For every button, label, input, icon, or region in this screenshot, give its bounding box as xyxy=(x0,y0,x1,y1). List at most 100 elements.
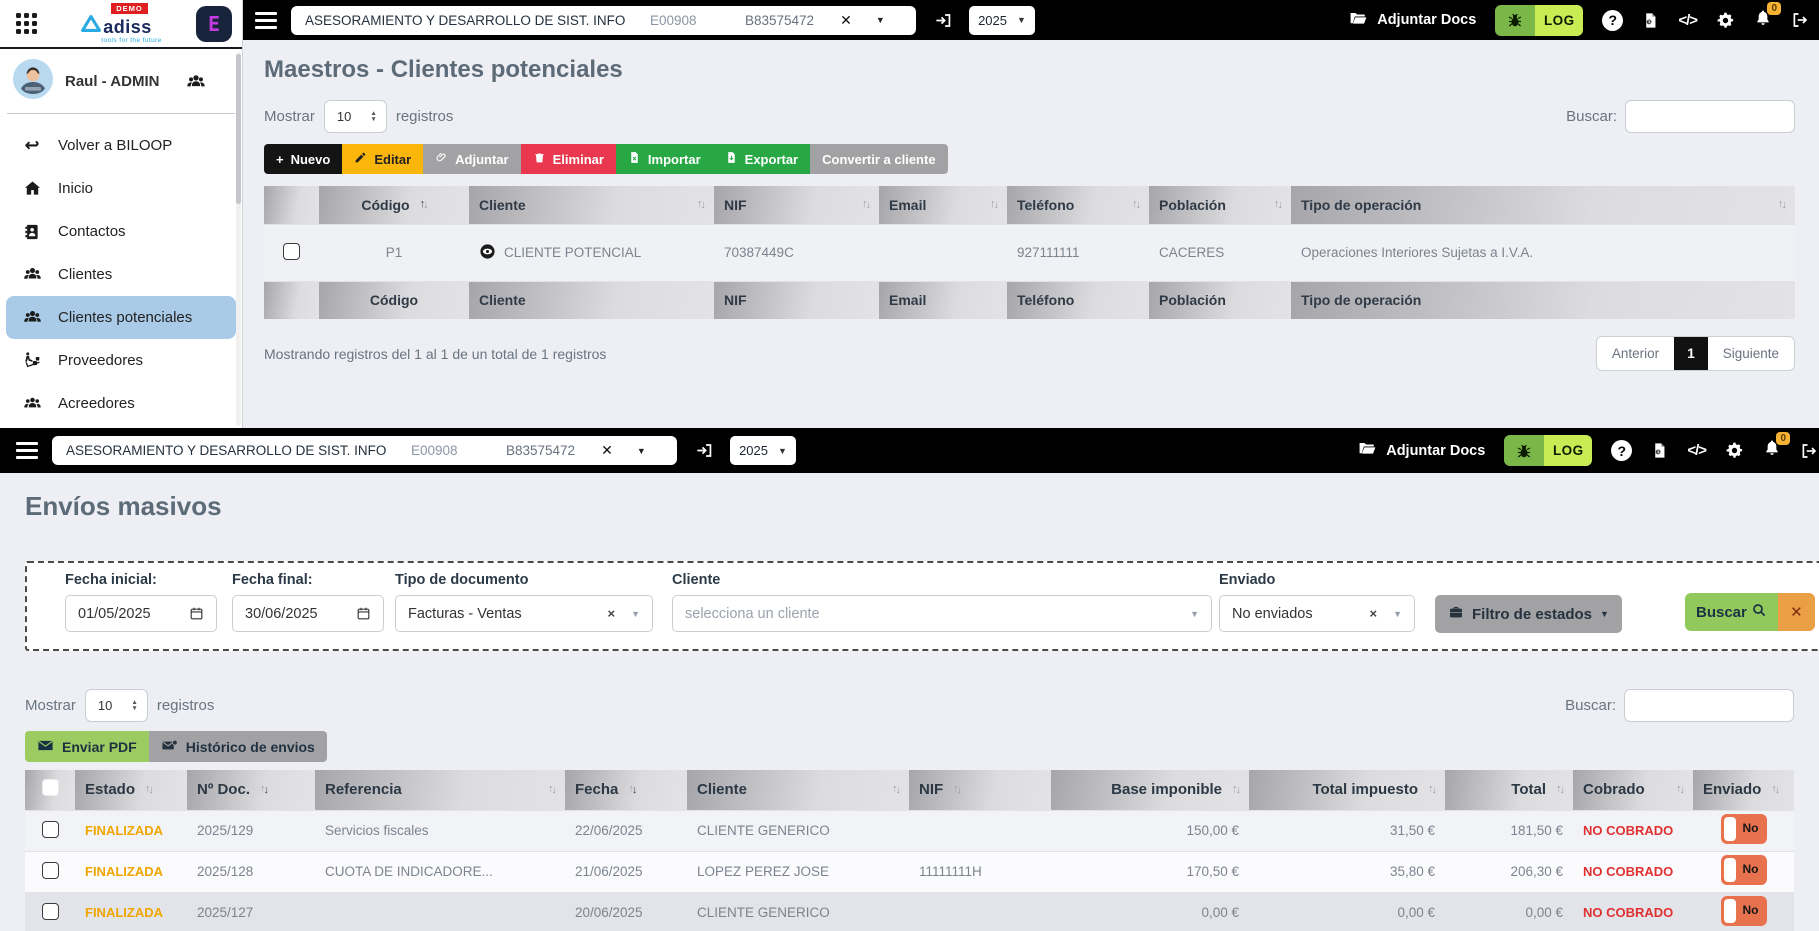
clear-icon[interactable]: × xyxy=(1369,606,1377,621)
clear-search-button[interactable]: ✕ xyxy=(1778,593,1815,631)
sidebar-item-clientes-potenciales[interactable]: Clientes potenciales xyxy=(6,296,236,339)
company-selector[interactable]: ASESORAMIENTO Y DESARROLLO DE SIST. INFO… xyxy=(52,436,677,465)
row-checkbox[interactable] xyxy=(42,821,59,838)
search-input[interactable] xyxy=(1624,689,1794,722)
sort-icon[interactable]: ↑↓ xyxy=(1556,784,1563,796)
gear-icon[interactable] xyxy=(1716,11,1735,30)
enter-company-icon[interactable] xyxy=(934,11,953,30)
chevron-down-icon[interactable]: ▼ xyxy=(637,446,646,456)
cliente-select[interactable]: selecciona un cliente ▼ xyxy=(672,595,1212,632)
enviado-toggle[interactable]: No xyxy=(1721,855,1767,885)
chevron-down-icon[interactable]: ▼ xyxy=(631,609,640,619)
eliminar-button[interactable]: Eliminar xyxy=(521,144,616,174)
sort-icon[interactable]: ↑↓ xyxy=(862,199,869,211)
enviado-toggle[interactable]: No xyxy=(1721,814,1767,844)
clear-company-icon[interactable]: ✕ xyxy=(840,12,852,29)
enviado-toggle[interactable]: No xyxy=(1721,896,1767,926)
table-row[interactable]: P1 CLIENTE POTENCIAL 70387449C 927111111… xyxy=(264,224,1795,281)
sidebar-item-acreedores[interactable]: Acreedores xyxy=(0,382,242,425)
eye-icon[interactable] xyxy=(479,243,496,263)
pagination-prev[interactable]: Anterior xyxy=(1597,337,1674,370)
sidebar-item-clientes[interactable]: Clientes xyxy=(0,253,242,296)
adiss-logo[interactable]: DEMO adiss tools for the future xyxy=(71,3,161,44)
log-button[interactable]: LOG xyxy=(1495,5,1583,36)
year-select[interactable]: 2025 ▼ xyxy=(730,436,796,465)
logout-icon[interactable] xyxy=(1800,442,1818,460)
adjuntar-docs-button[interactable]: Adjuntar Docs xyxy=(1349,9,1476,32)
page-size-select[interactable]: 10 ▲▼ xyxy=(324,100,387,133)
nuevo-button[interactable]: +Nuevo xyxy=(264,144,342,174)
hamburger-menu-icon[interactable] xyxy=(16,442,38,459)
convertir-a-cliente-button[interactable]: Convertir a cliente xyxy=(810,144,947,174)
chevron-down-icon[interactable]: ▼ xyxy=(876,15,885,25)
fecha-final-input[interactable]: 30/06/2025 xyxy=(232,595,384,632)
select-all-checkbox[interactable] xyxy=(42,779,59,796)
calendar-icon[interactable] xyxy=(189,606,204,621)
clear-icon[interactable]: × xyxy=(607,606,615,621)
sort-icon[interactable]: ↑↓ xyxy=(548,784,555,796)
filtro-de-estados-button[interactable]: Filtro de estados ▼ xyxy=(1435,595,1622,633)
sort-icon[interactable]: ↑↓ xyxy=(628,784,635,796)
pagination-page-1[interactable]: 1 xyxy=(1674,337,1708,370)
gear-icon[interactable] xyxy=(1725,441,1744,460)
enter-company-icon[interactable] xyxy=(695,441,714,460)
search-input[interactable] xyxy=(1625,100,1795,133)
calendar-icon[interactable] xyxy=(356,606,371,621)
pagination-next[interactable]: Siguiente xyxy=(1708,337,1794,370)
year-select[interactable]: 2025 ▼ xyxy=(969,6,1035,35)
sort-icon[interactable]: ↑↓ xyxy=(990,199,997,211)
table-row[interactable]: FINALIZADA 2025/127 20/06/2025 CLIENTE G… xyxy=(25,892,1794,931)
log-button[interactable]: LOG xyxy=(1504,435,1592,466)
sort-icon[interactable]: ↑↓ xyxy=(1274,199,1281,211)
users-icon[interactable] xyxy=(185,71,207,93)
row-checkbox[interactable] xyxy=(283,243,300,260)
file-export-icon[interactable] xyxy=(1642,12,1659,29)
sidebar-scrollbar[interactable] xyxy=(236,52,241,426)
notifications-bell-icon[interactable]: 0 xyxy=(1754,9,1772,32)
code-icon[interactable]: </> xyxy=(1687,442,1706,459)
sort-icon[interactable]: ↑↓ xyxy=(1428,784,1435,796)
sort-icon[interactable]: ↑↓ xyxy=(892,784,899,796)
sidebar-item-inicio[interactable]: Inicio xyxy=(0,167,242,210)
buscar-button[interactable]: Buscar xyxy=(1685,593,1778,631)
enviar-pdf-button[interactable]: Enviar PDF xyxy=(25,731,149,762)
historico-envios-button[interactable]: Histórico de envios xyxy=(149,731,327,762)
help-icon[interactable]: ? xyxy=(1602,10,1623,31)
sidebar-item-volver-a-biloop[interactable]: ↩ Volver a BILOOP xyxy=(0,124,242,167)
importar-button[interactable]: Importar xyxy=(616,144,713,174)
app-grid-icon[interactable] xyxy=(16,13,37,34)
clear-company-icon[interactable]: ✕ xyxy=(601,442,613,459)
avatar[interactable] xyxy=(13,59,53,104)
adjuntar-button[interactable]: Adjuntar xyxy=(423,144,520,174)
notifications-bell-icon[interactable]: 0 xyxy=(1763,439,1781,462)
table-row[interactable]: FINALIZADA 2025/129 Servicios fiscales 2… xyxy=(25,810,1794,851)
sidebar-item-contactos[interactable]: Contactos xyxy=(0,210,242,253)
table-row[interactable]: FINALIZADA 2025/128 CUOTA DE INDICADORE.… xyxy=(25,851,1794,892)
sidebar-item-proveedores[interactable]: Proveedores xyxy=(0,339,242,382)
chevron-down-icon[interactable]: ▼ xyxy=(1190,609,1199,619)
sort-icon[interactable]: ↑↓ xyxy=(1771,784,1778,796)
sort-icon[interactable]: ↑↓ xyxy=(145,784,152,796)
editar-button[interactable]: Editar xyxy=(342,144,423,174)
company-selector[interactable]: ASESORAMIENTO Y DESARROLLO DE SIST. INFO… xyxy=(291,6,916,35)
sort-icon[interactable]: ↑↓ xyxy=(1132,199,1139,211)
sort-icon[interactable]: ↑↓ xyxy=(1778,199,1785,211)
sort-icon[interactable]: ↑↓ xyxy=(697,199,704,211)
help-icon[interactable]: ? xyxy=(1611,440,1632,461)
code-icon[interactable]: </> xyxy=(1678,12,1697,29)
e-app-button[interactable]: E xyxy=(196,6,232,42)
row-checkbox[interactable] xyxy=(42,903,59,920)
sort-icon[interactable]: ↑↓ xyxy=(953,784,960,796)
enviado-select[interactable]: No enviados × ▼ xyxy=(1219,595,1415,632)
exportar-button[interactable]: Exportar xyxy=(713,144,810,174)
sort-icon[interactable]: ↑↓ xyxy=(1232,784,1239,796)
chevron-down-icon[interactable]: ▼ xyxy=(1393,609,1402,619)
logout-icon[interactable] xyxy=(1791,11,1809,29)
page-size-select[interactable]: 10 ▲▼ xyxy=(85,689,148,722)
sort-icon[interactable]: ↑↓ xyxy=(420,199,427,211)
row-checkbox[interactable] xyxy=(42,862,59,879)
hamburger-menu-icon[interactable] xyxy=(255,12,277,29)
sort-icon[interactable]: ↑↓ xyxy=(260,784,267,796)
fecha-inicial-input[interactable]: 01/05/2025 xyxy=(65,595,217,632)
adjuntar-docs-button[interactable]: Adjuntar Docs xyxy=(1358,439,1485,462)
